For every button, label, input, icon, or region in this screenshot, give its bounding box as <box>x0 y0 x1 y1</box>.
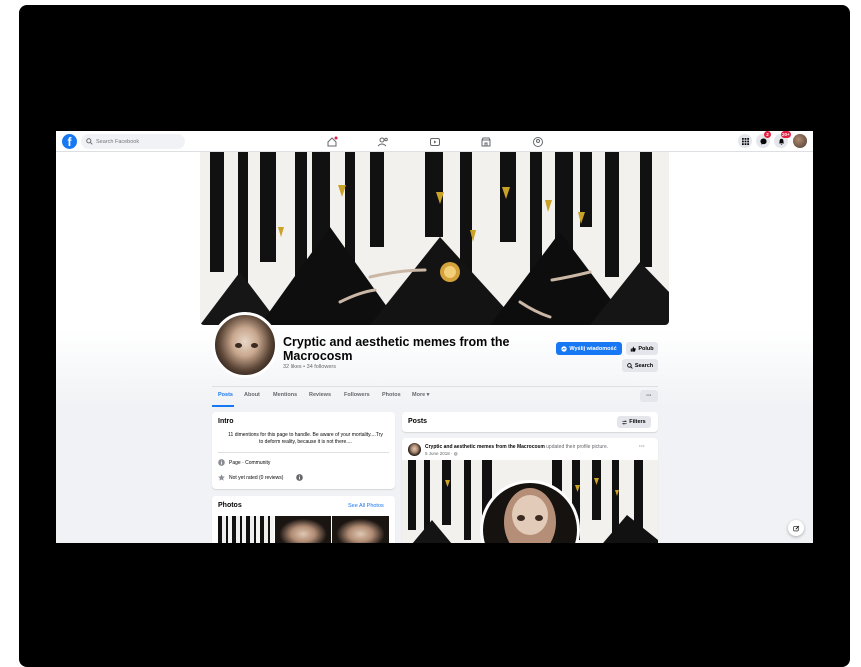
search-page-button[interactable]: Search <box>622 359 658 372</box>
info-icon[interactable] <box>296 474 303 481</box>
search-icon <box>86 138 93 145</box>
tab-reviews[interactable]: Reviews <box>309 392 331 398</box>
search-icon <box>626 362 633 369</box>
tab-posts[interactable]: Posts <box>218 392 233 398</box>
watch-icon[interactable] <box>429 135 441 147</box>
post-image[interactable] <box>402 460 658 543</box>
menu-grid-icon[interactable] <box>738 134 752 148</box>
post-cover-art <box>408 460 658 543</box>
page-rating: Not yet rated (0 reviews) <box>229 475 284 481</box>
cover-art <box>200 152 669 325</box>
post-header-text: Cryptic and aesthetic memes from the Mac… <box>425 444 640 450</box>
post-action: updated their profile picture. <box>546 444 609 450</box>
account-avatar[interactable] <box>793 134 807 148</box>
notifications-badge: 20+ <box>781 131 791 138</box>
new-message-button[interactable] <box>788 520 804 536</box>
like-page-button[interactable]: Polub <box>626 342 658 355</box>
page-category: Page · Community <box>229 460 271 466</box>
photo-thumbnail[interactable] <box>275 516 331 543</box>
compose-icon <box>792 525 799 531</box>
more-options-button[interactable]: ··· <box>640 390 658 402</box>
like-label: Polub <box>638 345 654 352</box>
star-icon <box>218 474 225 481</box>
messenger-icon[interactable]: 2 <box>756 131 771 148</box>
tab-more[interactable]: More ▾ <box>412 392 429 398</box>
search-input[interactable] <box>96 138 176 145</box>
intro-title: Intro <box>218 418 234 425</box>
search-label: Search <box>634 362 654 369</box>
see-all-photos-link[interactable]: See All Photos <box>348 503 384 509</box>
photo-thumbnail[interactable] <box>218 516 274 543</box>
page-tabs: Posts About Mentions Reviews Followers P… <box>212 386 658 407</box>
browser-screen: f 2 20+ <box>56 131 813 543</box>
friends-icon[interactable] <box>377 135 389 147</box>
tab-followers[interactable]: Followers <box>344 392 370 398</box>
send-message-label: Wyślij wiadomość <box>569 345 617 352</box>
page-profile-picture[interactable] <box>212 312 278 378</box>
profile-picture-detail <box>251 343 258 348</box>
tab-mentions[interactable]: Mentions <box>273 392 297 398</box>
posts-header-card: Posts Filters <box>402 412 658 432</box>
page-stats[interactable]: 32 likes • 34 followers <box>283 364 336 370</box>
post-date[interactable]: 5 June 2018 · ◍ <box>425 451 458 457</box>
profile-picture-detail <box>235 343 242 348</box>
info-icon <box>218 459 225 466</box>
messenger-icon <box>561 345 568 352</box>
photos-card: Photos See All Photos <box>212 496 395 543</box>
groups-icon[interactable] <box>532 135 544 147</box>
facebook-logo[interactable]: f <box>62 134 77 149</box>
post-author-link[interactable]: Cryptic and aesthetic memes from the Mac… <box>425 444 545 450</box>
globe-icon: ◍ <box>453 451 458 456</box>
post-author-avatar[interactable] <box>408 443 421 456</box>
more-options-label: ··· <box>646 393 652 399</box>
top-navigation-bar: f 2 20+ <box>56 131 813 152</box>
post-more-button[interactable]: ··· <box>639 444 645 450</box>
divider <box>218 452 389 453</box>
photo-thumbnail[interactable] <box>332 516 389 543</box>
post-card: Cryptic and aesthetic memes from the Mac… <box>402 438 658 543</box>
send-message-button[interactable]: Wyślij wiadomość <box>556 342 622 355</box>
intro-card: Intro 11 dimentions for this page to han… <box>212 412 395 489</box>
tab-photos[interactable]: Photos <box>382 392 401 398</box>
messenger-badge: 2 <box>764 131 771 138</box>
filters-label: Filters <box>629 419 646 425</box>
search-box[interactable] <box>81 134 185 149</box>
posts-title: Posts <box>408 418 428 425</box>
photos-title: Photos <box>218 502 242 509</box>
bell-icon[interactable]: 20+ <box>774 131 791 148</box>
intro-bio: 11 dimentions for this page to handle. B… <box>228 432 383 445</box>
marketplace-icon[interactable] <box>480 135 492 147</box>
filters-button[interactable]: Filters <box>617 416 651 428</box>
active-tab-indicator <box>212 405 234 407</box>
thumbs-up-icon <box>631 346 637 352</box>
cover-photo[interactable] <box>200 152 669 325</box>
tab-about[interactable]: About <box>244 392 260 398</box>
home-icon[interactable] <box>326 135 338 147</box>
page-title: Cryptic and aesthetic memes from the Mac… <box>283 335 510 363</box>
filter-icon <box>622 420 627 424</box>
post-date-text: 5 June 2018 · <box>425 451 454 456</box>
